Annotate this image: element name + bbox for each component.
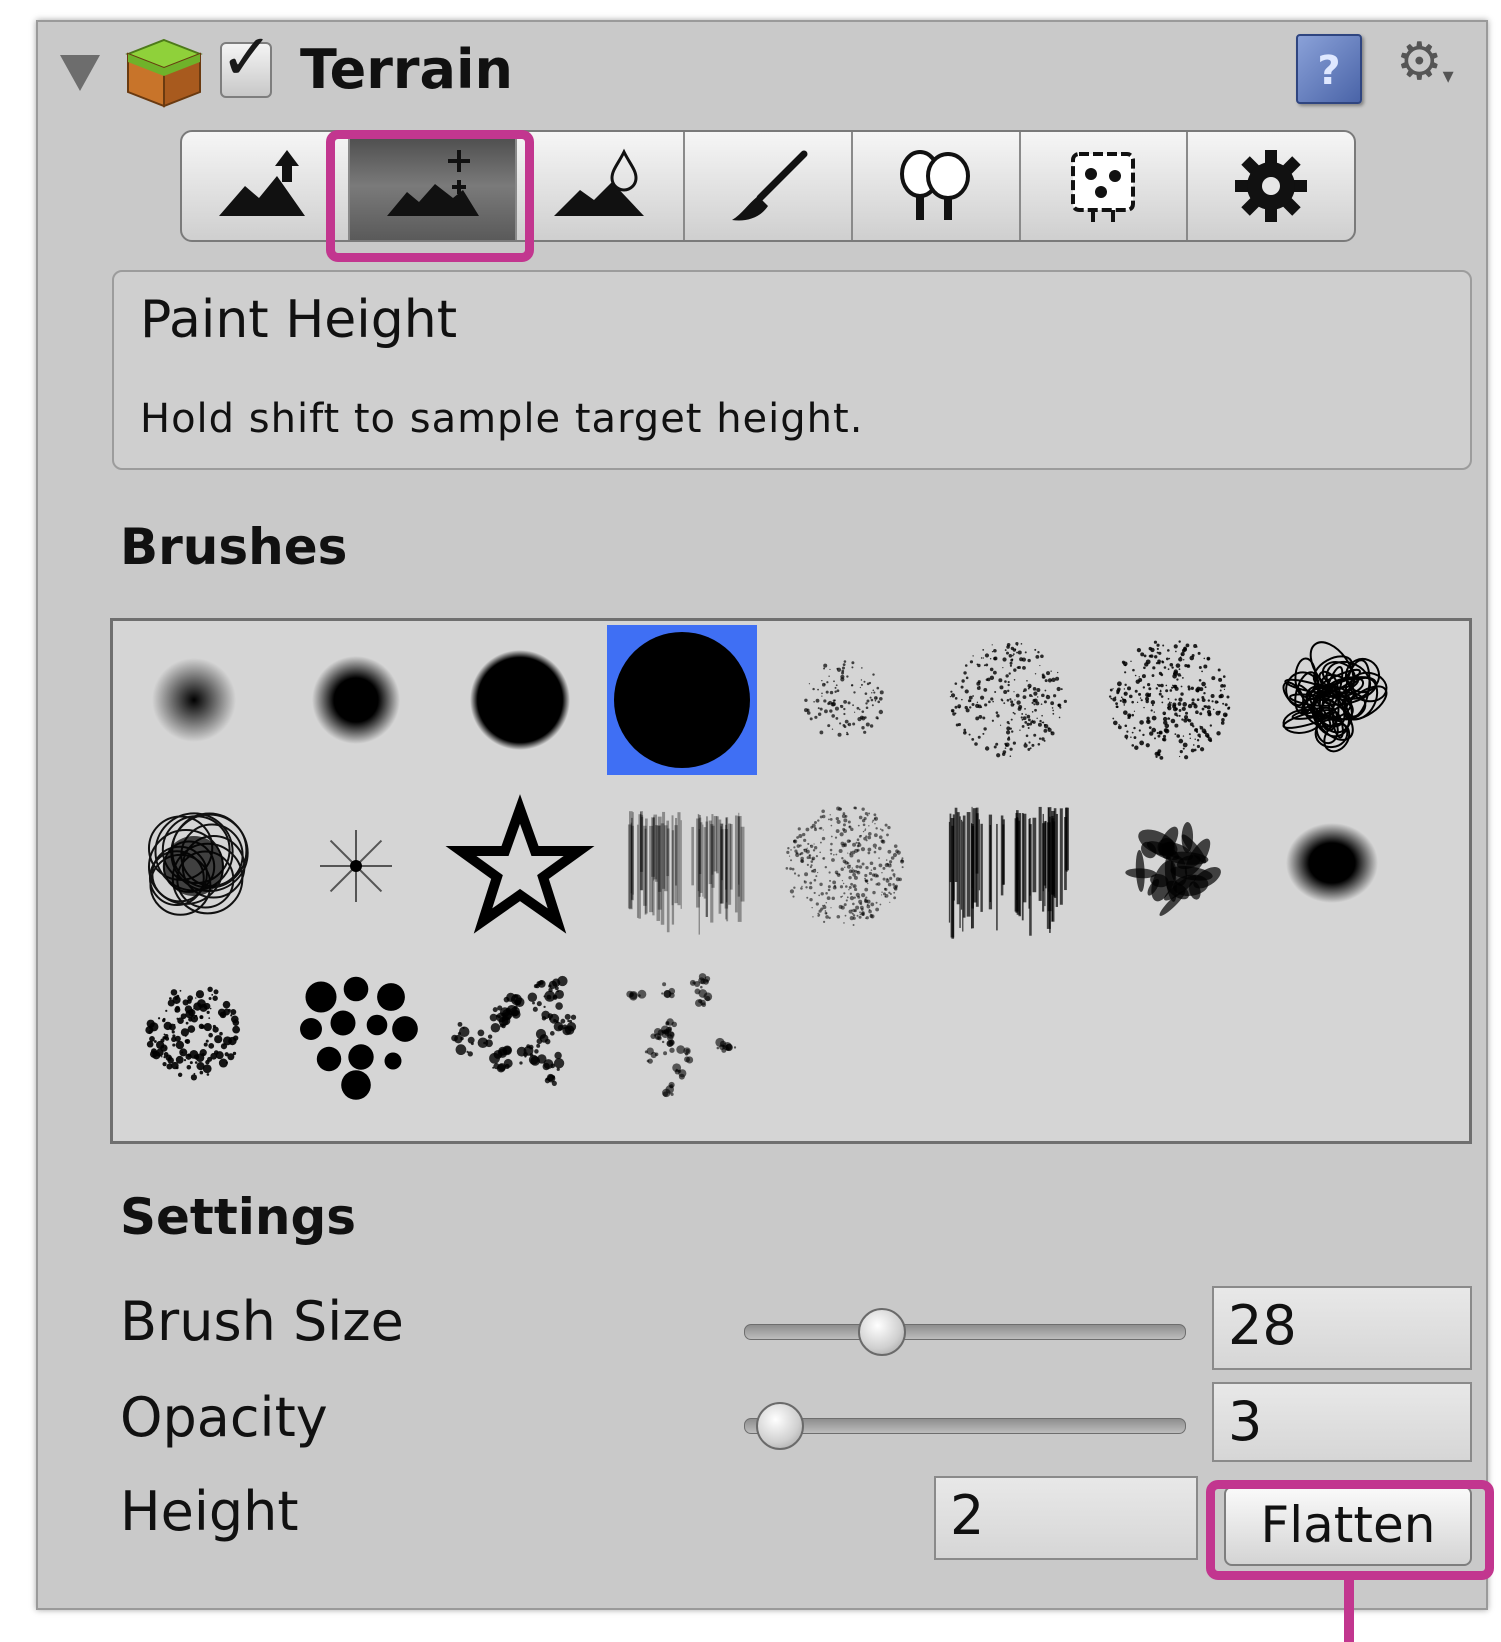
brush-preview-icon bbox=[1282, 641, 1388, 753]
brush-swatch[interactable] bbox=[933, 625, 1083, 775]
help-book-icon[interactable]: ? bbox=[1296, 34, 1362, 104]
brush-preview-icon bbox=[1286, 823, 1378, 903]
brush-swatch[interactable] bbox=[1095, 625, 1245, 775]
brush-swatch[interactable] bbox=[933, 791, 1083, 941]
flatten-button-highlight bbox=[1206, 1480, 1494, 1580]
brush-preview-icon bbox=[785, 806, 905, 927]
height-field[interactable]: 2 bbox=[934, 1476, 1198, 1560]
foldout-triangle-icon[interactable] bbox=[60, 55, 100, 91]
brush-swatch[interactable] bbox=[1257, 625, 1407, 775]
brush-swatch[interactable] bbox=[119, 957, 269, 1107]
brush-swatch[interactable] bbox=[281, 791, 431, 941]
brush-preview-icon bbox=[147, 812, 249, 916]
brush-swatch[interactable] bbox=[769, 791, 919, 941]
brush-swatch[interactable] bbox=[1095, 791, 1245, 941]
brush-preview-icon bbox=[300, 976, 418, 1100]
brush-size-slider-track[interactable] bbox=[744, 1324, 1186, 1340]
brush-swatch[interactable] bbox=[445, 625, 595, 775]
brush-preview-icon bbox=[803, 660, 884, 737]
brush-swatch[interactable] bbox=[445, 957, 595, 1107]
opacity-slider-track[interactable] bbox=[744, 1418, 1186, 1434]
trees-icon bbox=[899, 150, 970, 220]
brush-swatch[interactable] bbox=[281, 957, 431, 1107]
brush-swatch[interactable] bbox=[607, 791, 757, 941]
brush-size-slider-thumb[interactable] bbox=[857, 1308, 906, 1356]
brush-preview-icon bbox=[152, 658, 236, 742]
checkmark-icon: ✓ bbox=[220, 21, 274, 95]
brush-swatch[interactable] bbox=[281, 625, 431, 775]
brush-preview-icon bbox=[451, 975, 577, 1086]
terrain-cube-icon bbox=[124, 36, 204, 110]
opacity-field[interactable]: 3 bbox=[1212, 1382, 1472, 1462]
flowers-icon bbox=[1071, 152, 1136, 222]
tool-raise-lower-terrain[interactable] bbox=[182, 132, 350, 240]
tool-place-trees[interactable] bbox=[853, 132, 1021, 240]
brush-preview-icon bbox=[320, 830, 392, 902]
brush-preview-icon bbox=[627, 811, 745, 935]
brush-preview-icon bbox=[312, 656, 400, 744]
brushes-heading: Brushes bbox=[120, 518, 348, 576]
brush-swatch[interactable] bbox=[445, 791, 595, 941]
tool-terrain-settings[interactable] bbox=[1188, 132, 1354, 240]
callout-line bbox=[1344, 1580, 1354, 1642]
gear-glyph: ⚙ bbox=[1396, 32, 1443, 92]
settings-heading: Settings bbox=[120, 1188, 357, 1246]
tool-smooth-height[interactable] bbox=[517, 132, 686, 240]
paintbrush-icon bbox=[732, 150, 808, 221]
help-question-glyph: ? bbox=[1317, 48, 1341, 94]
brush-grid bbox=[110, 618, 1472, 1144]
tool-paint-details[interactable] bbox=[1021, 132, 1189, 240]
brush-preview-icon bbox=[1125, 821, 1221, 916]
opacity-slider-thumb[interactable] bbox=[755, 1402, 804, 1450]
mountain-up-arrow-icon bbox=[218, 150, 305, 216]
menu-arrow-glyph: ▾ bbox=[1442, 64, 1454, 89]
brush-swatch[interactable] bbox=[119, 791, 269, 941]
brush-preview-icon bbox=[949, 642, 1067, 758]
brush-preview-icon bbox=[614, 632, 750, 768]
selected-tool-highlight bbox=[326, 130, 534, 262]
brush-swatch[interactable] bbox=[607, 957, 757, 1107]
tool-title: Paint Height bbox=[140, 290, 458, 350]
brush-swatch[interactable] bbox=[119, 625, 269, 775]
enabled-checkbox[interactable]: ✓ bbox=[220, 26, 274, 98]
brush-size-label: Brush Size bbox=[120, 1290, 404, 1353]
brush-preview-icon bbox=[470, 650, 570, 750]
brush-preview-icon bbox=[948, 806, 1069, 939]
brush-swatch[interactable] bbox=[1257, 791, 1407, 941]
mountain-drop-icon bbox=[554, 148, 645, 216]
brush-preview-icon bbox=[626, 973, 737, 1098]
brush-preview-icon bbox=[1108, 640, 1231, 760]
brush-swatch[interactable] bbox=[769, 625, 919, 775]
component-title: Terrain bbox=[300, 38, 513, 101]
brush-swatch[interactable] bbox=[607, 625, 757, 775]
tool-paint-texture[interactable] bbox=[685, 132, 853, 240]
gear-icon bbox=[1235, 150, 1308, 222]
height-label: Height bbox=[120, 1480, 299, 1543]
brush-preview-icon bbox=[145, 986, 241, 1081]
brush-preview-icon bbox=[445, 794, 595, 934]
tool-hint: Hold shift to sample target height. bbox=[140, 396, 864, 442]
gear-menu-icon[interactable]: ⚙▾ bbox=[1396, 36, 1454, 88]
brush-size-field[interactable]: 28 bbox=[1212, 1286, 1472, 1370]
opacity-label: Opacity bbox=[120, 1386, 328, 1449]
